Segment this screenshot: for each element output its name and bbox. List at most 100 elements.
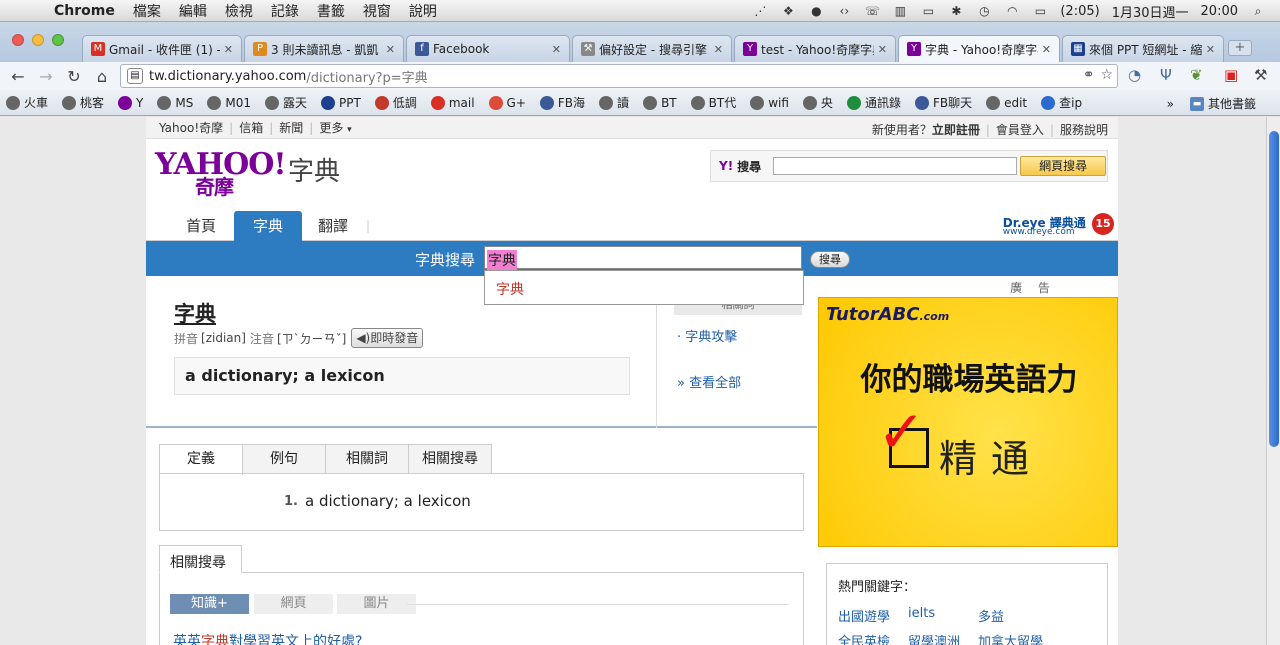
- bookmark-item[interactable]: 通訊錄: [846, 94, 901, 111]
- see-all-link[interactable]: » 查看全部: [677, 372, 741, 391]
- battery-icon[interactable]: ▭: [1032, 4, 1048, 18]
- scrollbar-thumb[interactable]: [1269, 131, 1279, 447]
- bookmarks-overflow-icon[interactable]: »: [1167, 97, 1174, 111]
- link-icon[interactable]: ⚭: [1083, 67, 1095, 83]
- tab-examples[interactable]: 例句: [242, 444, 326, 474]
- help-link[interactable]: 服務說明: [1060, 121, 1108, 138]
- bulb-icon[interactable]: ●: [808, 4, 824, 18]
- memory-icon[interactable]: ▥: [892, 4, 908, 18]
- bookmark-item[interactable]: PPT: [321, 95, 361, 110]
- time-machine-icon[interactable]: ◷: [976, 4, 992, 18]
- tab-yahoo-test[interactable]: Y test - Yahoo!奇摩字典 ✕: [734, 35, 896, 62]
- bookmark-item[interactable]: G+: [488, 95, 526, 110]
- dreye-logo[interactable]: Dr.eye 譯典通 15 www.dreye.com: [1003, 213, 1114, 237]
- phone-icon[interactable]: ☏: [864, 4, 880, 18]
- pill-knowledge[interactable]: 知識+: [170, 594, 249, 614]
- page-scrollbar[interactable]: [1266, 117, 1280, 645]
- extension-bird-icon[interactable]: Ψ: [1160, 66, 1172, 84]
- bookmark-item[interactable]: wifi: [750, 95, 789, 110]
- dictionary-search-button[interactable]: 搜尋: [810, 251, 850, 268]
- close-tab-icon[interactable]: ✕: [1042, 43, 1051, 56]
- menubar-date[interactable]: 1月30日週一: [1112, 2, 1189, 21]
- settings-wrench-icon[interactable]: ⚒: [1254, 66, 1267, 84]
- close-tab-icon[interactable]: ✕: [386, 43, 395, 56]
- bookmark-item[interactable]: FB聊天: [914, 94, 972, 111]
- menu-view[interactable]: 檢視: [225, 1, 253, 21]
- bookmark-item[interactable]: 露天: [264, 94, 307, 111]
- related-word-link[interactable]: · 字典攻擊: [677, 326, 737, 345]
- reload-icon[interactable]: ↻: [60, 67, 88, 86]
- tab-dictionary[interactable]: 字典: [234, 211, 302, 241]
- minimize-window-button[interactable]: [32, 34, 44, 46]
- close-window-button[interactable]: [12, 34, 24, 46]
- keyword-link[interactable]: 出國遊學: [838, 606, 890, 625]
- bookmark-item[interactable]: Y: [118, 95, 143, 110]
- nav-more[interactable]: 更多 ▾: [319, 119, 351, 136]
- home-icon[interactable]: ⌂: [88, 67, 116, 86]
- tab-facebook[interactable]: f Facebook ✕: [406, 35, 570, 62]
- keyword-link[interactable]: 留學澳洲: [908, 631, 960, 645]
- tab-translate[interactable]: 翻譯: [304, 211, 362, 241]
- extension-leaf-icon[interactable]: ❦: [1190, 66, 1203, 84]
- tab-ptt-messages[interactable]: P 3 則未讀訊息 - 凱凱 無 ✕: [244, 35, 404, 62]
- zoom-window-button[interactable]: [52, 34, 64, 46]
- tab-yahoo-dictionary[interactable]: Y 字典 - Yahoo!奇摩字典 ✕: [898, 35, 1060, 62]
- display-icon[interactable]: ▭: [920, 4, 936, 18]
- dropbox-icon[interactable]: ❖: [780, 4, 796, 18]
- bookmark-item[interactable]: 央: [802, 94, 833, 111]
- nav-yahoo-home[interactable]: Yahoo!奇摩: [159, 119, 223, 136]
- autocomplete-suggestion[interactable]: 字典: [484, 270, 804, 305]
- extension-sync-icon[interactable]: ◔: [1128, 66, 1141, 84]
- bookmark-item[interactable]: 讀: [599, 94, 629, 111]
- bookmark-item[interactable]: BT代: [690, 94, 736, 111]
- wifi-icon[interactable]: ◠: [1004, 4, 1020, 18]
- web-search-input[interactable]: [773, 157, 1018, 175]
- bookmark-item[interactable]: MS: [157, 95, 193, 110]
- spotlight-icon[interactable]: ⌕: [1250, 4, 1266, 18]
- tab-related-words[interactable]: 相關詞: [325, 444, 409, 474]
- bookmark-item[interactable]: 火車: [6, 94, 48, 111]
- tab-definition[interactable]: 定義: [159, 444, 243, 475]
- address-bar[interactable]: ▤ tw.dictionary.yahoo.com /dictionary?p=…: [120, 64, 1118, 88]
- new-tab-button[interactable]: +: [1228, 40, 1252, 56]
- battery-time[interactable]: (2:05): [1060, 4, 1099, 19]
- menu-help[interactable]: 說明: [409, 1, 437, 21]
- tab-ppt-shorturl[interactable]: ▦ 來個 PPT 短網址 - 縮圖 ✕: [1062, 35, 1224, 62]
- close-tab-icon[interactable]: ✕: [714, 43, 723, 56]
- login-link[interactable]: 會員登入: [996, 121, 1044, 138]
- tab-home[interactable]: 首頁: [172, 211, 230, 241]
- pill-web[interactable]: 網頁: [254, 594, 333, 614]
- keyword-link[interactable]: 加拿大留學: [978, 631, 1043, 645]
- tutorabc-ad-banner[interactable]: TutorABC.com 你的職場英語力 ✓ 精通: [818, 297, 1118, 547]
- web-search-button[interactable]: 網頁搜尋: [1020, 156, 1107, 176]
- pill-images[interactable]: 圖片: [337, 594, 416, 614]
- bookmark-item[interactable]: 低調: [374, 94, 417, 111]
- keyword-link[interactable]: 多益: [978, 606, 1004, 625]
- bookmark-item[interactable]: mail: [430, 95, 475, 110]
- bookmark-item[interactable]: 桃客: [62, 94, 104, 111]
- menu-edit[interactable]: 編輯: [179, 1, 207, 21]
- page-info-icon[interactable]: ▤: [127, 68, 143, 84]
- bookmark-item[interactable]: BT: [643, 95, 677, 110]
- other-bookmarks[interactable]: ▬ 其他書籤: [1189, 95, 1256, 112]
- close-tab-icon[interactable]: ✕: [878, 43, 887, 56]
- related-search-link[interactable]: 英英字典對學習英文上的好處?: [173, 631, 362, 645]
- close-tab-icon[interactable]: ✕: [552, 43, 561, 56]
- wave-status-icon[interactable]: ⋰: [752, 4, 768, 18]
- keyword-link[interactable]: ielts: [908, 606, 935, 621]
- close-tab-icon[interactable]: ✕: [1206, 43, 1215, 56]
- menu-history[interactable]: 記錄: [271, 1, 299, 21]
- menu-window[interactable]: 視窗: [363, 1, 391, 21]
- extension-acrobat-icon[interactable]: ▣: [1224, 66, 1238, 84]
- menu-file[interactable]: 檔案: [133, 1, 161, 21]
- yahoo-logo[interactable]: YAHOO! 奇摩: [155, 147, 287, 199]
- menubar-clock[interactable]: 20:00: [1201, 4, 1238, 19]
- bookmark-item[interactable]: edit: [986, 95, 1027, 110]
- forward-icon[interactable]: →: [32, 67, 60, 86]
- keyword-link[interactable]: 全民英檢: [838, 631, 890, 645]
- bookmark-item[interactable]: M01: [207, 95, 251, 110]
- nav-mail[interactable]: 信箱: [239, 119, 263, 136]
- bookmark-item[interactable]: FB海: [539, 94, 585, 111]
- tab-related-searches[interactable]: 相關搜尋: [408, 444, 492, 474]
- bluetooth-icon[interactable]: ✱: [948, 4, 964, 18]
